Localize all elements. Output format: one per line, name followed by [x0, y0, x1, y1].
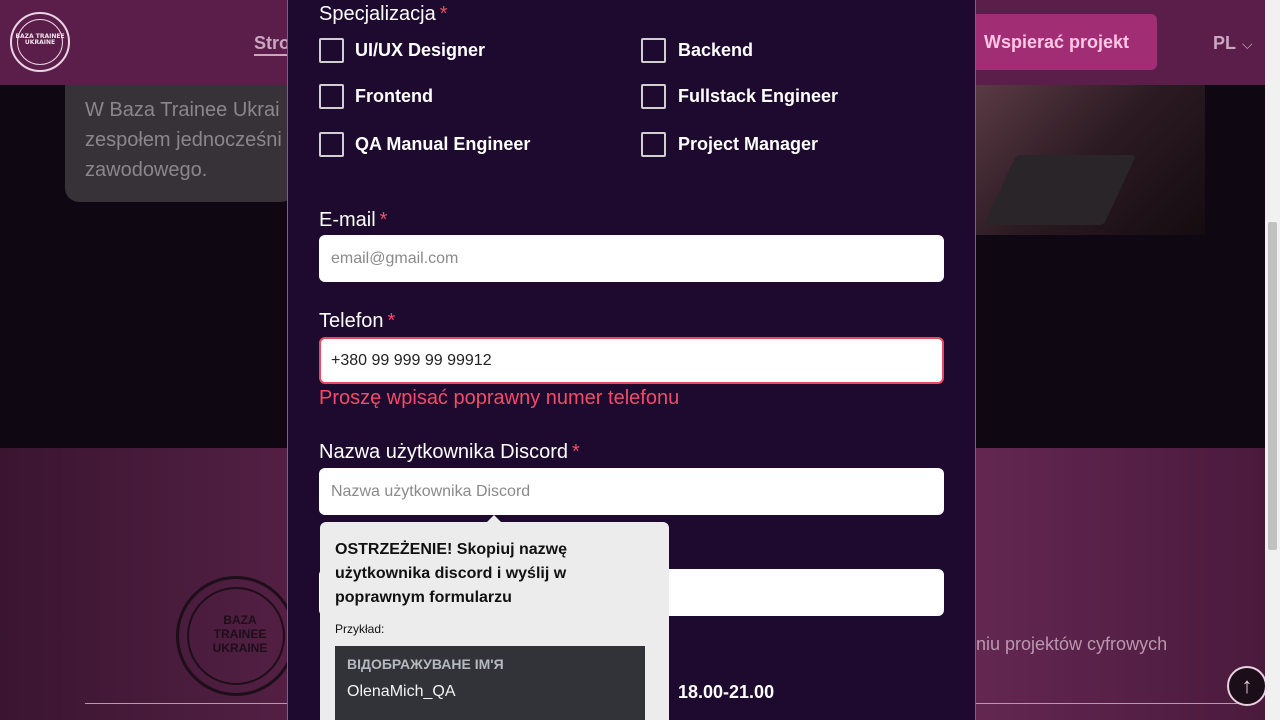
scroll-to-top-button[interactable]: ↑ [1227, 666, 1267, 706]
time-option-label[interactable]: 18.00-21.00 [678, 682, 774, 703]
sample-username: OlenaMich_QA [347, 683, 456, 700]
checkbox-fullstack[interactable] [641, 84, 666, 109]
checkbox-label-project-manager[interactable]: Project Manager [678, 134, 818, 155]
sample-heading: ВІДОБРАЖУВАНЕ ІМ'Я [347, 656, 504, 672]
scrollbar[interactable] [1265, 0, 1280, 720]
required-mark: * [439, 3, 448, 25]
site-logo-text: BAZA TRAINEE UKRAINE [15, 33, 65, 46]
support-project-button[interactable]: Wspierać projekt [962, 14, 1157, 70]
scrollbar-thumb[interactable] [1268, 222, 1277, 550]
site-logo[interactable]: BAZA TRAINEE UKRAINE [10, 12, 70, 72]
checkbox-label-uiux[interactable]: UI/UX Designer [355, 40, 485, 61]
tooltip-example-image: ВІДОБРАЖУВАНЕ ІМ'Я OlenaMich_QA [335, 646, 645, 720]
hero-card-text: W Baza Trainee Ukrai zespołem jednocześn… [85, 99, 282, 181]
checkbox-frontend[interactable] [319, 84, 344, 109]
specialization-label: Specjalizacja * [319, 3, 448, 25]
checkbox-project-manager[interactable] [641, 132, 666, 157]
chevron-down-icon[interactable]: ⌵ [1242, 36, 1253, 53]
footer-logo-text: BAZA TRAINEE UKRAINE [212, 613, 268, 655]
discord-label: Nazwa użytkownika Discord * [319, 441, 580, 463]
checkbox-uiux[interactable] [319, 38, 344, 63]
email-field[interactable]: email@gmail.com [319, 235, 944, 282]
hero-photo [975, 85, 1205, 235]
nav-item-home[interactable]: Stro [254, 33, 290, 56]
tooltip-warning-text: OSTRZEŻENIE! Skopiuj nazwę użytkownika d… [335, 541, 568, 606]
email-label: E-mail * [319, 209, 388, 231]
checkbox-label-fullstack[interactable]: Fullstack Engineer [678, 86, 838, 107]
language-selector[interactable]: PL [1213, 33, 1236, 54]
checkbox-label-frontend[interactable]: Frontend [355, 86, 433, 107]
checkbox-label-qa-manual[interactable]: QA Manual Engineer [355, 134, 530, 155]
phone-label: Telefon * [319, 310, 396, 332]
tooltip-example-label: Przykład: [335, 622, 385, 636]
checkbox-backend[interactable] [641, 38, 666, 63]
discord-username-field[interactable]: Nazwa użytkownika Discord [319, 468, 944, 515]
checkbox-qa-manual[interactable] [319, 132, 344, 157]
lower-section-text: niu projektów cyfrowych [976, 634, 1168, 654]
arrow-up-icon: ↑ [1241, 673, 1253, 698]
discord-warning-tooltip: OSTRZEŻENIE! Skopiuj nazwę użytkownika d… [320, 515, 669, 720]
checkbox-label-backend[interactable]: Backend [678, 40, 753, 61]
phone-field[interactable]: +380 99 999 99 99912 [319, 337, 944, 384]
phone-error-message: Proszę wpisać poprawny numer telefonu [319, 387, 680, 409]
